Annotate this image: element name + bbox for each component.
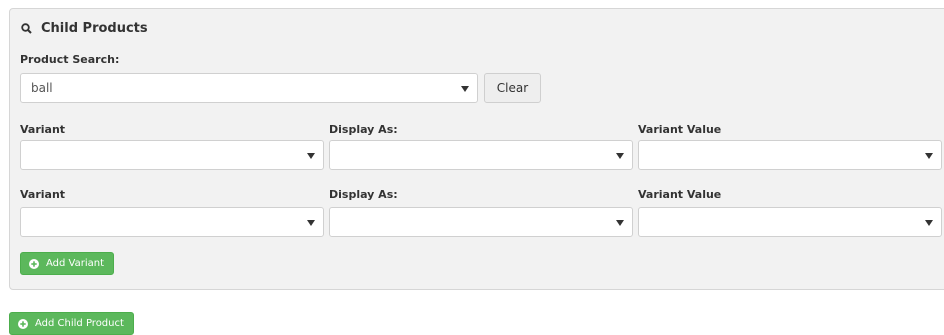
add-child-product-button[interactable]: Add Child Product (9, 312, 134, 335)
product-search-label: Product Search: (20, 53, 120, 66)
variant-label: Variant (20, 188, 66, 201)
caret-down-icon (925, 153, 933, 159)
caret-down-icon (307, 153, 315, 159)
display-as-label: Display As: (329, 188, 398, 201)
panel-title: Child Products (41, 21, 148, 36)
caret-down-icon (616, 153, 624, 159)
caret-down-icon (461, 86, 469, 92)
display-as-select[interactable] (329, 207, 633, 237)
variant-select[interactable] (20, 207, 324, 237)
variant-value-select[interactable] (638, 140, 942, 170)
caret-down-icon (616, 220, 624, 226)
clear-button[interactable]: Clear (484, 73, 541, 103)
add-variant-label: Add Variant (46, 258, 105, 269)
search-icon (21, 23, 32, 34)
variant-value-label: Variant Value (638, 123, 722, 136)
plus-circle-icon (18, 318, 28, 329)
variant-value-label: Variant Value (638, 188, 722, 201)
add-variant-button[interactable]: Add Variant (20, 252, 115, 275)
product-search-select[interactable]: ball (20, 73, 478, 103)
caret-down-icon (925, 220, 933, 226)
display-as-label: Display As: (329, 123, 398, 136)
add-child-product-label: Add Child Product (35, 318, 124, 329)
clear-button-label: Clear (496, 81, 529, 95)
variant-value-select[interactable] (638, 207, 942, 237)
product-search-value: ball (31, 81, 53, 95)
caret-down-icon (307, 220, 315, 226)
variant-select[interactable] (20, 140, 324, 170)
panel-header: Child Products (21, 21, 148, 36)
display-as-select[interactable] (329, 140, 633, 170)
child-products-panel: Child Products Product Search: ball Clea… (9, 8, 944, 290)
plus-circle-icon (29, 258, 39, 269)
variant-label: Variant (20, 123, 66, 136)
